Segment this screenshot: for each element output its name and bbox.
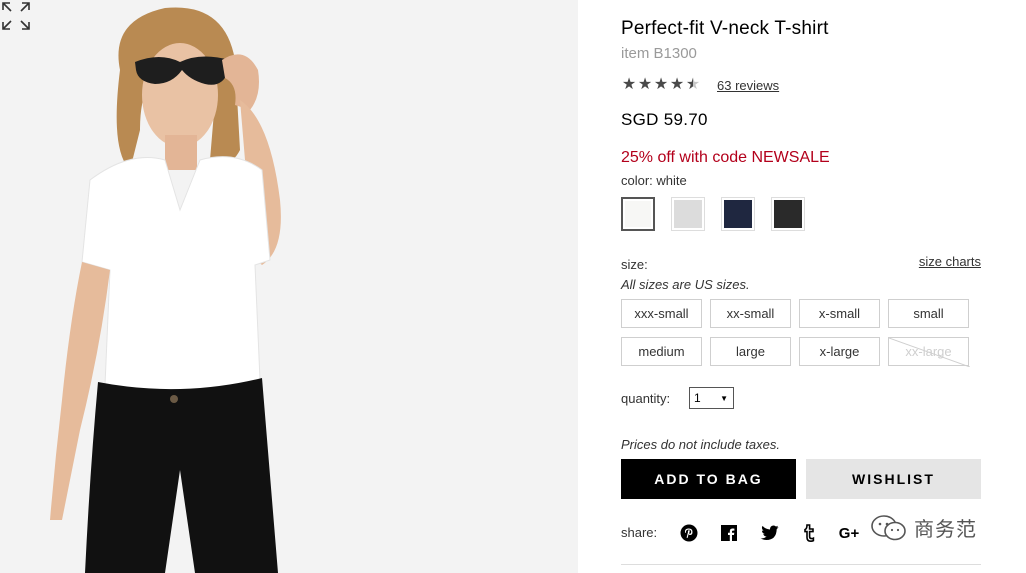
size-option-label: x-small <box>818 306 861 321</box>
size-option-medium[interactable]: medium <box>621 337 702 366</box>
color-swatch-black[interactable] <box>771 197 805 231</box>
size-label: size: <box>621 257 648 272</box>
swatch-fill <box>724 200 752 228</box>
size-option-label: x-large <box>819 344 860 359</box>
color-swatch-navy[interactable] <box>721 197 755 231</box>
star-rating: ★ ★ ★ ★ ★ <box>621 77 701 93</box>
quantity-select[interactable]: 1 ▼ <box>689 387 734 409</box>
share-icons: G+ <box>677 521 877 545</box>
facebook-icon[interactable] <box>717 521 741 545</box>
promo-text: 25% off with code NEWSALE <box>621 149 830 166</box>
swatch-fill <box>774 200 802 228</box>
star-icon: ★ <box>621 76 637 93</box>
size-option-xxx-small[interactable]: xxx-small <box>621 299 702 328</box>
unavailable-strike <box>889 338 970 367</box>
product-title: Perfect-fit V-neck T-shirt <box>621 18 829 39</box>
wishlist-button[interactable]: WISHLIST <box>806 459 981 499</box>
size-option-xx-large: xx-large <box>888 337 970 367</box>
divider <box>621 564 981 565</box>
color-swatch-heather-gray[interactable] <box>671 197 705 231</box>
google-plus-label: G+ <box>838 524 860 542</box>
tumblr-icon[interactable] <box>797 521 821 545</box>
share-label: share: <box>621 525 658 540</box>
size-option-small[interactable]: small <box>888 299 969 328</box>
size-note: All sizes are US sizes. <box>621 277 750 292</box>
size-option-x-small[interactable]: x-small <box>799 299 880 328</box>
add-to-bag-button[interactable]: ADD TO BAG <box>621 459 796 499</box>
size-option-label: medium <box>638 344 685 359</box>
rating: ★ ★ ★ ★ ★ 63 reviews <box>621 77 779 93</box>
color-swatches <box>621 197 821 231</box>
price: SGD 59.70 <box>621 110 708 129</box>
color-label: color: white <box>621 173 687 188</box>
half-star-icon: ★ <box>685 76 701 93</box>
size-option-label: large <box>736 344 765 359</box>
size-charts-link[interactable]: size charts <box>919 254 981 269</box>
quantity-label: quantity: <box>621 391 671 406</box>
product-image[interactable] <box>0 0 578 573</box>
size-option-label: small <box>913 306 944 321</box>
twitter-icon[interactable] <box>757 521 781 545</box>
reviews-link[interactable]: 63 reviews <box>717 78 779 93</box>
google-plus-icon[interactable]: G+ <box>837 521 861 545</box>
quantity-value: 1 <box>694 391 701 405</box>
swatch-fill <box>625 201 651 227</box>
pinterest-icon[interactable] <box>677 521 701 545</box>
tax-note: Prices do not include taxes. <box>621 437 780 452</box>
expand-icon[interactable] <box>0 0 32 32</box>
star-icon: ★ <box>653 76 669 93</box>
watermark-text: 商务范 <box>914 519 977 541</box>
model-photo <box>0 0 578 573</box>
star-icon: ★ <box>669 76 685 93</box>
swatch-fill <box>674 200 702 228</box>
chat-bubble-icon <box>871 514 906 540</box>
size-option-large[interactable]: large <box>710 337 791 366</box>
size-option-x-large[interactable]: x-large <box>799 337 880 366</box>
color-swatch-white[interactable] <box>621 197 655 231</box>
size-option-label: xxx-small <box>634 306 689 321</box>
size-option-label: xx-small <box>726 306 775 321</box>
item-code: item B1300 <box>621 45 697 62</box>
chevron-down-icon: ▼ <box>720 393 728 403</box>
size-option-xx-small[interactable]: xx-small <box>710 299 791 328</box>
watermark: 商务范 <box>870 513 977 542</box>
star-icon: ★ <box>637 76 653 93</box>
